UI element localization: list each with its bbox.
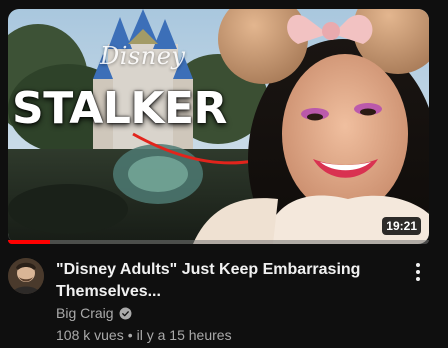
channel-name[interactable]: Big Craig xyxy=(56,304,114,322)
video-thumbnail[interactable]: Disney STALKER 19:21 xyxy=(8,9,429,244)
thumbnail-headline: STALKER xyxy=(12,83,227,134)
channel-avatar[interactable] xyxy=(8,258,44,294)
video-stats: 108 k vues • il y a 15 heures xyxy=(56,326,232,344)
verified-check-icon xyxy=(119,307,132,319)
watch-progress-bar xyxy=(8,240,429,244)
video-card[interactable]: Disney STALKER 19:21 "Disney Adults" Jus… xyxy=(0,0,448,348)
avatar-image xyxy=(8,258,44,294)
more-options-button[interactable] xyxy=(408,260,428,284)
stats-separator: • xyxy=(127,327,133,343)
channel-info[interactable]: Big Craig xyxy=(56,304,132,322)
more-vert-icon xyxy=(416,263,420,281)
upload-age: il y a 15 heures xyxy=(136,327,232,343)
thumbnail-logo: Disney xyxy=(100,42,186,70)
watch-progress-fill xyxy=(8,240,51,244)
video-title[interactable]: "Disney Adults" Just Keep Embarrasing Th… xyxy=(56,259,386,303)
view-count: 108 k vues xyxy=(56,327,124,343)
duration-badge: 19:21 xyxy=(382,217,421,235)
